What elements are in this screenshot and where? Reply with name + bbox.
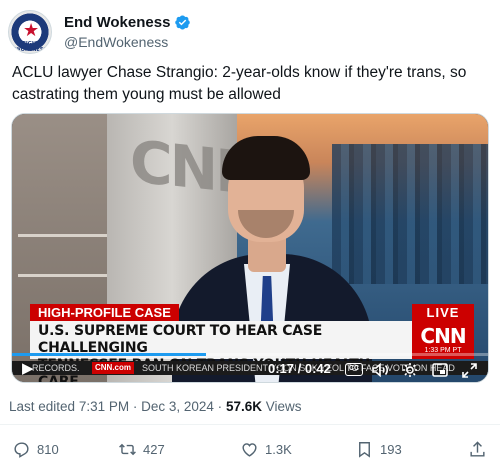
- star-icon: ★: [23, 20, 40, 40]
- bookmark-button[interactable]: 193: [355, 440, 402, 459]
- avatar[interactable]: ★ FIGHT WOKENESS: [8, 10, 52, 54]
- divider: [0, 424, 500, 425]
- tweet-actions: 810 427 1.3K 193: [0, 436, 500, 466]
- video-player[interactable]: CNN HIGH-PROFILE CASE LIVE U.S. SUPREME …: [11, 113, 489, 383]
- video-controls: ▶ 0:17 / 0:42 CC: [12, 354, 488, 382]
- like-icon: [242, 443, 257, 457]
- lower-third-label: HIGH-PROFILE CASE: [30, 304, 179, 321]
- handle[interactable]: @EndWokeness: [64, 34, 168, 50]
- views-count: 57.6K: [225, 399, 262, 414]
- display-name[interactable]: End Wokeness: [64, 14, 170, 31]
- repost-count: 427: [143, 442, 165, 457]
- avatar-text: FIGHT WOKENESS: [15, 41, 47, 53]
- settings-icon[interactable]: [402, 362, 418, 378]
- network-logo-text: CNN: [420, 324, 466, 348]
- live-badge: LIVE: [412, 304, 474, 321]
- cc-icon[interactable]: CC: [345, 363, 363, 376]
- like-count: 1.3K: [265, 442, 292, 457]
- video-time: 0:17 / 0:42: [268, 361, 331, 376]
- city-skyline: [332, 144, 488, 284]
- bookmark-icon: [359, 442, 370, 458]
- repost-button[interactable]: 427: [118, 440, 165, 459]
- share-icon: [470, 441, 485, 457]
- meta-separator: ·: [217, 399, 223, 414]
- edited-label: Last edited: [9, 399, 76, 414]
- reply-button[interactable]: 810: [12, 440, 59, 459]
- repost-icon: [119, 443, 136, 456]
- volume-icon[interactable]: [372, 363, 389, 377]
- bookmark-count: 193: [380, 442, 402, 457]
- play-icon[interactable]: ▶: [22, 360, 34, 378]
- views-label: Views: [265, 399, 302, 414]
- tweet-header: ★ FIGHT WOKENESS End Wokeness @EndWokene…: [8, 10, 492, 54]
- pip-icon[interactable]: [432, 363, 448, 377]
- name-row: End Wokeness: [64, 14, 191, 31]
- headline-line-1: U.S. SUPREME COURT TO HEAR CASE CHALLENG…: [38, 323, 323, 356]
- tweet-metadata: Last edited 7:31 PM · Dec 3, 2024 · 57.6…: [9, 399, 302, 414]
- reply-count: 810: [37, 442, 59, 457]
- reply-icon: [14, 442, 29, 458]
- verified-badge-icon[interactable]: [174, 14, 191, 31]
- share-button[interactable]: [468, 440, 487, 459]
- fullscreen-icon[interactable]: [462, 363, 477, 378]
- timestamp[interactable]: 7:31 PM · Dec 3, 2024: [79, 399, 214, 414]
- shelf: [18, 234, 108, 237]
- shelf: [18, 274, 108, 277]
- tweet-text: ACLU lawyer Chase Strangio: 2-year-olds …: [12, 64, 467, 103]
- like-button[interactable]: 1.3K: [240, 440, 292, 459]
